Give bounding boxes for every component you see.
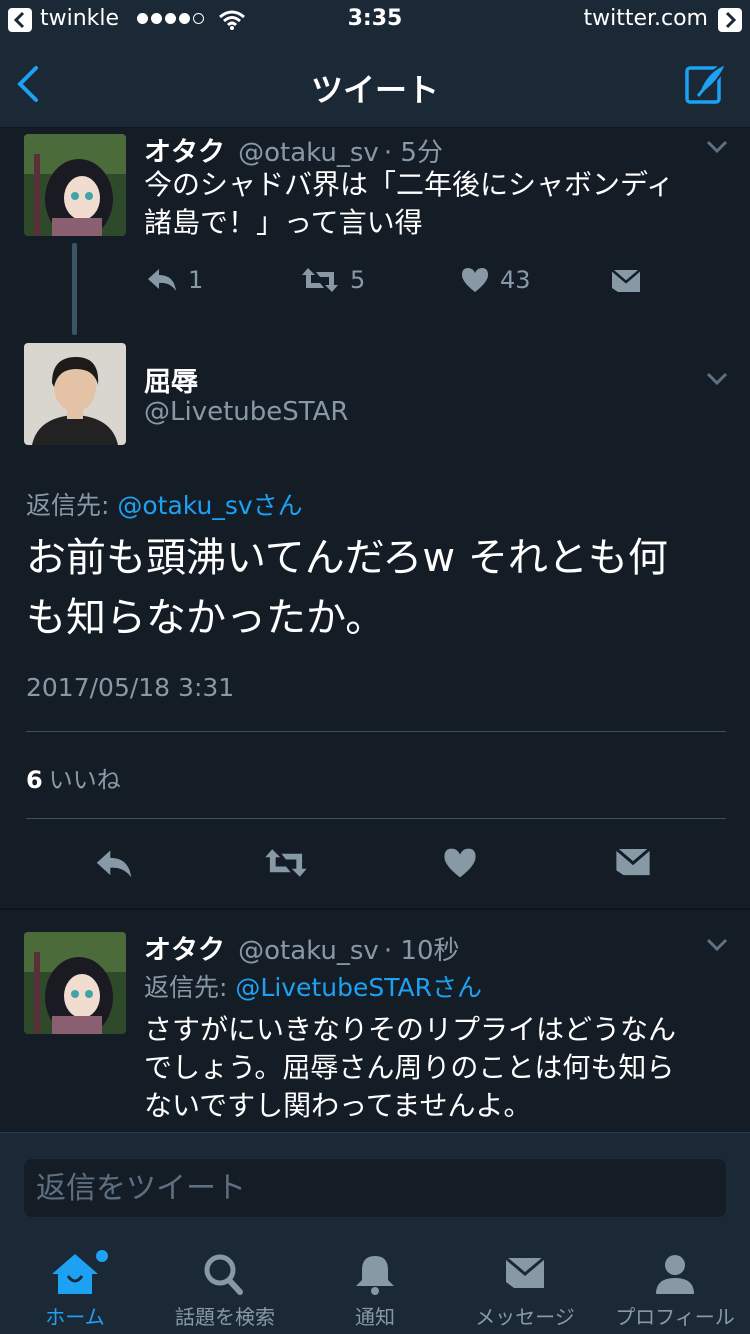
tab-profile[interactable]: プロフィール bbox=[600, 1240, 750, 1334]
dm-action[interactable] bbox=[610, 268, 642, 294]
tweet-time: · 10秒 bbox=[383, 936, 460, 966]
reply-icon[interactable] bbox=[94, 848, 134, 880]
tab-notifications[interactable]: 通知 bbox=[300, 1240, 450, 1334]
tweet-timestamp: 2017/05/18 3:31 bbox=[26, 673, 235, 702]
author-name[interactable]: オタク bbox=[144, 137, 225, 168]
avatar[interactable] bbox=[24, 343, 126, 445]
retweet-icon[interactable] bbox=[263, 846, 309, 880]
divider bbox=[26, 731, 726, 732]
tab-label: メッセージ bbox=[475, 1305, 575, 1329]
reply-action[interactable]: 1 bbox=[146, 266, 203, 294]
tweet-text-line: 諸島で！」って言い得 bbox=[144, 206, 423, 239]
tweet-text-line: お前も頭沸いてんだろw それとも何 bbox=[26, 535, 668, 581]
tab-label: プロフィール bbox=[615, 1305, 735, 1329]
reply-to-link[interactable]: @LivetubeSTARさん bbox=[235, 973, 482, 1002]
reply-to-label: 返信先: bbox=[26, 491, 110, 520]
author-name[interactable]: 屈辱 bbox=[144, 360, 198, 399]
tweet-text: お前も頭沸いてんだろw それとも何 も知らなかったか。 bbox=[26, 528, 726, 648]
reply-to-line: 返信先: @LivetubeSTARさん bbox=[144, 968, 482, 1004]
notification-dot bbox=[96, 1250, 108, 1262]
likes-count: 6 bbox=[26, 766, 43, 794]
home-icon bbox=[52, 1254, 98, 1294]
tab-bar: ホーム 話題を検索 通知 メッセージ プロフィール bbox=[0, 1240, 750, 1334]
reply-to-label: 返信先: bbox=[144, 973, 228, 1002]
reply-to-line: 返信先: @otaku_svさん bbox=[26, 486, 303, 522]
author-name[interactable]: オタク bbox=[144, 935, 225, 966]
author-handle[interactable]: @LivetubeSTAR bbox=[144, 397, 348, 427]
heart-icon[interactable] bbox=[442, 846, 478, 880]
tweet-text-line: ないですし関わってませんよ。 bbox=[144, 1089, 532, 1122]
compose-tweet-icon[interactable] bbox=[684, 62, 728, 106]
divider bbox=[0, 908, 750, 910]
tweet-thread: オタク @otaku_sv · 5分 今のシャドバ界は「二年後にシャボンディ 諸… bbox=[0, 128, 750, 1132]
tweet-time: · 5分 bbox=[383, 138, 443, 168]
avatar[interactable] bbox=[24, 134, 126, 236]
chevron-down-icon[interactable] bbox=[706, 938, 728, 952]
like-action[interactable]: 43 bbox=[460, 266, 531, 294]
chevron-down-icon[interactable] bbox=[706, 140, 728, 154]
reply-count: 1 bbox=[188, 266, 204, 294]
reply-to-link[interactable]: @otaku_svさん bbox=[117, 491, 302, 520]
thread-connector bbox=[72, 243, 77, 335]
nav-bar: ツイート bbox=[0, 40, 750, 128]
tab-label: 話題を検索 bbox=[175, 1305, 275, 1329]
page-title: ツイート bbox=[310, 71, 439, 109]
retweet-count: 5 bbox=[350, 266, 366, 294]
divider bbox=[26, 818, 726, 819]
retweet-action[interactable]: 5 bbox=[300, 266, 365, 294]
tweet-text-line: でしょう。屈辱さん周りのことは何も知ら bbox=[144, 1051, 675, 1084]
avatar[interactable] bbox=[24, 932, 126, 1034]
likes-summary[interactable]: 6 いいね bbox=[26, 760, 121, 795]
bell-icon bbox=[356, 1256, 394, 1295]
reply-input[interactable] bbox=[24, 1159, 726, 1217]
author-handle[interactable]: @otaku_sv bbox=[238, 138, 379, 168]
reply-composer bbox=[0, 1132, 750, 1240]
envelope-icon bbox=[505, 1256, 545, 1288]
author-handle[interactable]: @otaku_sv bbox=[238, 936, 379, 966]
tweet-text-line: さすがにいきなりそのリプライはどうなん bbox=[144, 1013, 677, 1046]
chevron-down-icon[interactable] bbox=[706, 372, 728, 386]
envelope-icon bbox=[611, 269, 641, 292]
search-icon bbox=[204, 1254, 243, 1295]
reply-icon bbox=[148, 269, 176, 291]
tab-label: ホーム bbox=[45, 1305, 105, 1329]
envelope-icon[interactable] bbox=[614, 846, 652, 878]
tab-label: 通知 bbox=[355, 1305, 395, 1329]
forward-icon[interactable] bbox=[718, 8, 742, 32]
retweet-icon bbox=[302, 268, 338, 292]
status-host: twitter.com bbox=[583, 6, 708, 31]
heart-icon bbox=[462, 268, 488, 292]
tweet-text-line: も知らなかったか。 bbox=[26, 595, 386, 641]
tab-search[interactable]: 話題を検索 bbox=[150, 1240, 300, 1334]
likes-label: いいね bbox=[48, 766, 121, 794]
tab-messages[interactable]: メッセージ bbox=[450, 1240, 600, 1334]
person-icon bbox=[656, 1255, 694, 1294]
status-bar: twinkle 3:35 twitter.com bbox=[0, 0, 750, 40]
like-count: 43 bbox=[500, 266, 531, 294]
tweet-text-line: 今のシャドバ界は「二年後にシャボンディ bbox=[144, 168, 675, 201]
tab-home[interactable]: ホーム bbox=[0, 1240, 150, 1334]
